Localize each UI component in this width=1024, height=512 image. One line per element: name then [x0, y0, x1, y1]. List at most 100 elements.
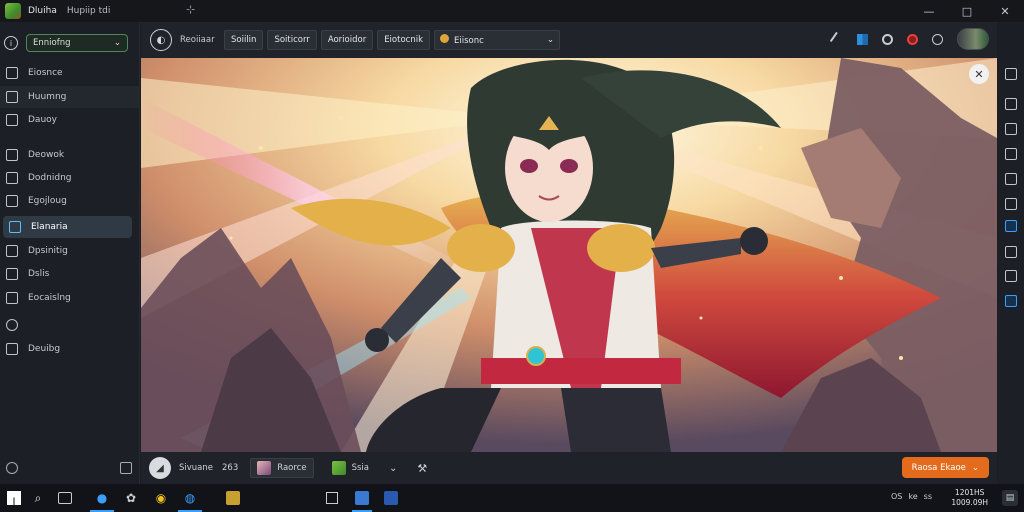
- toolbar-button-1[interactable]: Soiilin: [224, 30, 264, 50]
- sparkle-icon[interactable]: [1005, 220, 1017, 232]
- sidebar-item-label: Dpsinitig: [28, 246, 68, 256]
- app-icon[interactable]: ◍: [182, 490, 198, 506]
- bottom-tab-2[interactable]: Ssia: [326, 458, 375, 478]
- sidebar-item-eocaislng[interactable]: Eocaislng: [0, 287, 140, 309]
- sidebar-item-label: Dauoy: [28, 115, 57, 125]
- grid-icon: [6, 245, 18, 257]
- frame-icon[interactable]: [1005, 173, 1017, 185]
- plus-icon: [6, 268, 18, 280]
- tray-item[interactable]: ke: [908, 492, 917, 501]
- sidebar-item-huumng[interactable]: Huumng: [0, 86, 140, 108]
- image-icon: [6, 91, 18, 103]
- sidebar-item-label: Egojloug: [28, 196, 67, 206]
- thumbnail-icon: [331, 461, 346, 475]
- record-icon[interactable]: [907, 33, 918, 45]
- tray-item[interactable]: OS: [891, 492, 902, 501]
- windows-icon[interactable]: [857, 33, 868, 45]
- close-image-button[interactable]: ✕: [969, 64, 989, 84]
- sidebar-item-label: Huumng: [28, 92, 67, 102]
- edge-browser-icon[interactable]: ●: [94, 490, 110, 506]
- share-icon[interactable]: [1005, 270, 1017, 282]
- chevron-down-icon: ⌄: [546, 35, 554, 45]
- chrome-icon[interactable]: ◉: [153, 490, 169, 506]
- sidebar-item-deowok[interactable]: Deowok: [0, 144, 140, 166]
- filter-icon[interactable]: [1005, 246, 1017, 258]
- sidebar-item-eiosnce[interactable]: Eiosnce: [0, 62, 140, 84]
- sidebar-item-elanaria[interactable]: Elanaria: [3, 216, 132, 238]
- bottom-bar: ◢ Sivuane 263 Raorce Ssia ⌄ ⚒ Raosa Ekao…: [141, 452, 997, 484]
- bottom-tab-1[interactable]: Raorce: [250, 458, 314, 478]
- maximize-button[interactable]: □: [948, 0, 986, 22]
- chevron-down-icon[interactable]: ⌄: [389, 463, 397, 474]
- store-icon[interactable]: [355, 491, 369, 505]
- image-count: 263: [222, 463, 239, 473]
- frame-icon: [6, 292, 18, 304]
- sidebar-item-settings[interactable]: [0, 314, 140, 336]
- settings-app-icon[interactable]: ✿: [123, 490, 139, 506]
- sidebar-item-label: Deowok: [28, 150, 65, 160]
- notification-icon[interactable]: ▤: [1002, 490, 1018, 506]
- sidebar-item-label: Eocaislng: [28, 293, 71, 303]
- sidebar-item-label: Dodnidng: [28, 173, 72, 183]
- gear-icon[interactable]: [882, 33, 893, 45]
- sidebar-item-dauoy[interactable]: Dauoy: [0, 109, 140, 131]
- minimize-button[interactable]: —: [910, 0, 948, 22]
- close-button[interactable]: ✕: [986, 0, 1024, 22]
- user-avatar[interactable]: [957, 28, 989, 50]
- sidebar-item-egojloug[interactable]: Egojloug: [0, 190, 140, 212]
- generate-button[interactable]: Raosa Ekaoe ⌄: [901, 457, 989, 478]
- layers-icon[interactable]: [1005, 123, 1017, 135]
- image-canvas[interactable]: ✕: [141, 58, 997, 452]
- sidebar-footer: [6, 462, 132, 474]
- sidebar-item-dslis[interactable]: Dslis: [0, 263, 140, 285]
- app-window: Dluiha Hupiip tdi ⊹ — □ ✕ i Enniofng ⌄ E…: [0, 0, 1024, 512]
- panel-icon[interactable]: [1005, 295, 1017, 307]
- tools-icon[interactable]: [1005, 98, 1017, 110]
- pen-icon[interactable]: [829, 31, 846, 47]
- start-button[interactable]: [6, 490, 22, 506]
- clock-time: 1201HS: [954, 488, 985, 497]
- toolbar-button-2[interactable]: Soiticorr: [267, 30, 317, 50]
- notepad-icon[interactable]: [326, 492, 338, 504]
- toolbar-actions: [829, 28, 989, 50]
- toolbar-label: Reoiiaar: [180, 35, 215, 45]
- workspace-dropdown[interactable]: Enniofng ⌄: [26, 34, 128, 52]
- windows-logo-icon: [7, 491, 21, 505]
- sidebar-item-label: Deuibg: [28, 344, 61, 354]
- bottom-tab-label: Ssia: [351, 463, 369, 473]
- toolbar-button-4[interactable]: Eiotocnik: [377, 30, 430, 50]
- generate-button-label: Raosa Ekaoe: [911, 462, 966, 473]
- grid-icon[interactable]: [1005, 148, 1017, 160]
- bottom-tab-label: Raorce: [277, 463, 307, 473]
- task-view-icon[interactable]: [58, 492, 72, 504]
- model-avatar[interactable]: ◢: [149, 457, 171, 479]
- help-icon[interactable]: [6, 462, 18, 474]
- sidebar: i Enniofng ⌄ Eiosnce Huumng Dauoy Deowok…: [0, 22, 140, 484]
- clock-icon[interactable]: [932, 33, 943, 45]
- collapse-sidebar-icon[interactable]: [120, 462, 132, 474]
- sidebar-item-dpsinitig[interactable]: Dpsinitig: [0, 240, 140, 262]
- search-icon[interactable]: ⌕: [30, 490, 46, 506]
- crop-icon[interactable]: [1005, 198, 1017, 210]
- clock[interactable]: 1201HS 1009.09H: [951, 488, 988, 508]
- os-taskbar: ⌕ ● ✿ ◉ ◍ OS ke ss 1201HS 1009.09H ▤: [0, 484, 1024, 512]
- document-icon[interactable]: [1005, 68, 1017, 80]
- file-explorer-icon[interactable]: [226, 491, 240, 505]
- clock-date: 1009.09H: [951, 498, 988, 507]
- tray-item[interactable]: ss: [924, 492, 932, 501]
- profile-avatar[interactable]: ◐: [150, 29, 172, 51]
- top-toolbar: ◐ Reoiiaar Soiilin Soiticorr Aorioidor E…: [141, 22, 997, 58]
- folder-icon: [6, 114, 18, 126]
- pin-icon[interactable]: ⊹: [186, 3, 195, 16]
- app-logo: [5, 3, 21, 19]
- sidebar-item-dodnidng[interactable]: Dodnidng: [0, 167, 140, 189]
- app-icon[interactable]: [384, 491, 398, 505]
- chevron-down-icon: ⌄: [971, 462, 979, 473]
- info-icon[interactable]: i: [4, 36, 18, 50]
- toolbar-dropdown[interactable]: Eiisonc ⌄: [434, 30, 560, 50]
- toolbar-dropdown-value: Eiisonc: [440, 34, 484, 46]
- sidebar-item-deuibg[interactable]: Deuibg: [0, 338, 140, 360]
- right-tool-rail: [998, 58, 1024, 484]
- wrench-icon[interactable]: ⚒: [417, 462, 427, 475]
- toolbar-button-3[interactable]: Aorioidor: [320, 30, 374, 50]
